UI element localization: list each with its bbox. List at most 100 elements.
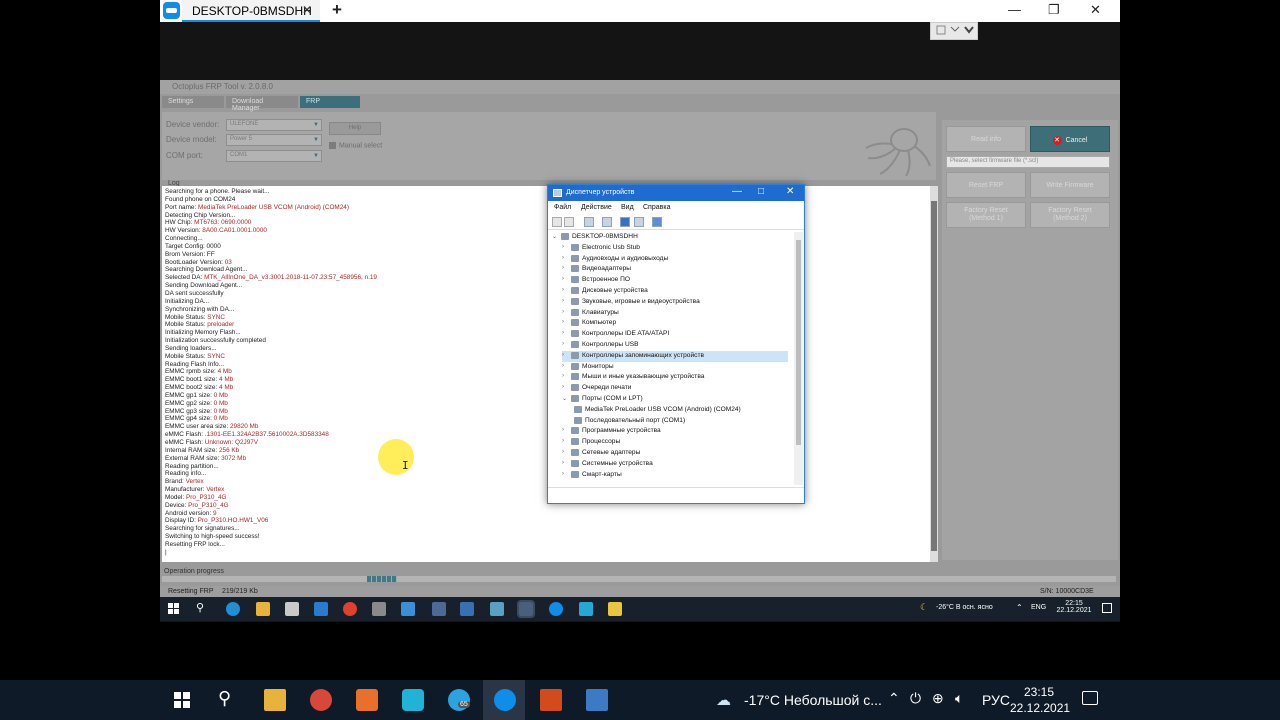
tab-frp[interactable]: FRP xyxy=(300,96,360,108)
clock[interactable]: 23:15 22.12.2021 xyxy=(1010,684,1070,716)
menu-file[interactable]: Файл xyxy=(554,204,571,211)
chevron-right-icon[interactable]: › xyxy=(562,309,564,315)
chevron-right-icon[interactable]: › xyxy=(562,319,564,325)
factory-reset-method2-button[interactable]: Factory Reset (Method 2) xyxy=(1030,202,1110,228)
close-button[interactable]: ✕ xyxy=(786,186,794,197)
back-icon[interactable] xyxy=(552,217,562,227)
tab-settings[interactable]: Settings xyxy=(162,96,224,108)
maximize-button[interactable]: ❐ xyxy=(1048,2,1060,18)
chevron-right-icon[interactable]: › xyxy=(562,276,564,282)
scrollbar-thumb[interactable] xyxy=(796,240,801,445)
chevron-up-icon[interactable]: ⌃ xyxy=(1016,603,1023,612)
tab-download-manager[interactable]: Download Manager xyxy=(226,96,298,112)
chevron-right-icon[interactable]: › xyxy=(562,255,564,261)
file-explorer-icon[interactable] xyxy=(264,689,286,711)
globe-icon[interactable]: ⊕ xyxy=(932,690,944,707)
manual-select-checkbox[interactable]: Manual select xyxy=(329,142,382,149)
cancel-button[interactable]: ✕ Cancel xyxy=(1030,126,1110,152)
reset-frp-button[interactable]: Reset FRP xyxy=(946,172,1026,198)
tree-category[interactable]: › Встроенное ПО xyxy=(562,275,788,286)
new-tab-button[interactable]: + xyxy=(332,0,342,20)
chevron-right-icon[interactable]: › xyxy=(562,265,564,271)
read-info-button[interactable]: Read info xyxy=(946,126,1026,152)
help-button[interactable]: Help xyxy=(329,122,381,135)
firmware-file-input[interactable]: Please, select firmware file (*.scl) xyxy=(946,156,1110,168)
battery-icon[interactable]: ⏻ xyxy=(910,690,921,707)
chevron-right-icon[interactable]: › xyxy=(562,244,564,250)
tool-icon[interactable] xyxy=(586,689,608,711)
tree-category[interactable]: › Звуковые, игровые и видеоустройства xyxy=(562,297,788,308)
edge-icon[interactable] xyxy=(226,602,240,616)
weather-text[interactable]: -17°C Небольшой с... xyxy=(744,692,882,708)
monitor-icon[interactable] xyxy=(652,217,662,227)
notification-icon[interactable] xyxy=(1082,691,1098,705)
chevron-up-icon[interactable]: ⌃ xyxy=(888,690,900,707)
write-firmware-button[interactable]: Write Firmware xyxy=(1030,172,1110,198)
tree-category[interactable]: › Контроллеры IDE ATA/ATAPI xyxy=(562,329,788,340)
tree-category[interactable]: › Компьютер xyxy=(562,318,788,329)
chevron-right-icon[interactable]: › xyxy=(562,287,564,293)
tree-scrollbar[interactable] xyxy=(794,232,803,485)
remote-clock[interactable]: 22:15 22.12.2021 xyxy=(1054,600,1094,614)
search-icon[interactable]: ⚲ xyxy=(196,601,204,614)
chevron-down-icon[interactable]: ⌄ xyxy=(562,395,567,402)
chevron-right-icon[interactable]: › xyxy=(562,341,564,347)
close-button[interactable]: ✕ xyxy=(1090,2,1101,18)
chevron-right-icon[interactable]: › xyxy=(562,373,564,379)
app-icon[interactable] xyxy=(356,689,378,711)
tree-category[interactable]: › Клавиатуры xyxy=(562,308,788,319)
scrollbar-thumb[interactable] xyxy=(931,201,937,551)
tree-category[interactable]: › Очереди печати xyxy=(562,383,788,394)
minimize-button[interactable]: — xyxy=(1008,2,1021,17)
log-scrollbar[interactable] xyxy=(930,186,938,562)
factory-reset-method1-button[interactable]: Factory Reset (Method 1) xyxy=(946,202,1026,228)
chrome-icon[interactable] xyxy=(343,602,357,616)
model-select[interactable]: Power 5 ▼ xyxy=(226,134,322,146)
shield-icon[interactable] xyxy=(402,689,424,711)
chevron-right-icon[interactable]: › xyxy=(562,427,564,433)
tree-category[interactable]: › Electronic Usb Stub xyxy=(562,243,788,254)
grid-icon[interactable] xyxy=(634,217,644,227)
teamviewer-icon[interactable] xyxy=(494,689,516,711)
tree-category[interactable]: › Смарт-карты xyxy=(562,470,788,481)
tree-category[interactable]: › Сетевые адаптеры xyxy=(562,448,788,459)
store-icon[interactable] xyxy=(285,602,299,616)
teamviewer-icon[interactable] xyxy=(163,2,180,19)
tree-category[interactable]: › Системные устройства xyxy=(562,459,788,470)
chevron-right-icon[interactable]: › xyxy=(562,363,564,369)
log-panel[interactable]: Searching for a phone. Please wait... Fou… xyxy=(162,186,930,562)
chevron-right-icon[interactable]: › xyxy=(562,384,564,390)
file-explorer-icon[interactable] xyxy=(256,602,270,616)
tree-device[interactable]: Последовательный порт (COM1) xyxy=(572,416,788,427)
checkbox-box[interactable] xyxy=(329,142,336,149)
session-tab[interactable]: DESKTOP-0BMSDHH ✕ xyxy=(182,0,320,22)
tree-category[interactable]: › Мониторы xyxy=(562,362,788,373)
forward-icon[interactable] xyxy=(564,217,574,227)
chevron-down-icon[interactable]: ⌄ xyxy=(552,233,557,240)
tree-device[interactable]: MediaTek PreLoader USB VCOM (Android) (C… xyxy=(572,405,788,416)
device-tree[interactable]: ⌄ DESKTOP-0BMSDHH › Electronic Usb Stub › Ауд… xyxy=(548,232,794,487)
tree-category[interactable]: › Контроллеры запоминающих устройств xyxy=(562,350,788,362)
properties-icon[interactable] xyxy=(584,217,594,227)
network-app-icon[interactable] xyxy=(432,602,446,616)
tree-category[interactable]: ⌄ Порты (COM и LPT) xyxy=(562,394,788,405)
chevron-right-icon[interactable]: › xyxy=(562,471,564,477)
port-select[interactable]: COM1 ▼ xyxy=(226,150,322,162)
telegram-icon[interactable]: 65 xyxy=(448,689,470,711)
menu-help[interactable]: Справка xyxy=(643,204,670,211)
notification-icon[interactable] xyxy=(1102,603,1112,613)
chevron-right-icon[interactable]: › xyxy=(562,438,564,444)
dictionary-icon[interactable] xyxy=(490,602,504,616)
calculator-icon[interactable] xyxy=(372,602,386,616)
volume-icon[interactable]: 🔈︎ xyxy=(955,690,963,707)
chevron-right-icon[interactable]: › xyxy=(562,330,564,336)
list-icon[interactable] xyxy=(602,217,612,227)
maximize-button[interactable]: □ xyxy=(758,186,764,197)
search-icon[interactable]: ⚲ xyxy=(218,688,231,709)
tree-category[interactable]: › Контроллеры USB xyxy=(562,340,788,351)
menu-action[interactable]: Действие xyxy=(581,204,612,211)
mail-icon[interactable] xyxy=(314,602,328,616)
tree-category[interactable]: › Дисковые устройства xyxy=(562,286,788,297)
teamviewer-task-icon[interactable] xyxy=(549,602,563,616)
close-icon[interactable]: ✕ xyxy=(302,3,312,17)
